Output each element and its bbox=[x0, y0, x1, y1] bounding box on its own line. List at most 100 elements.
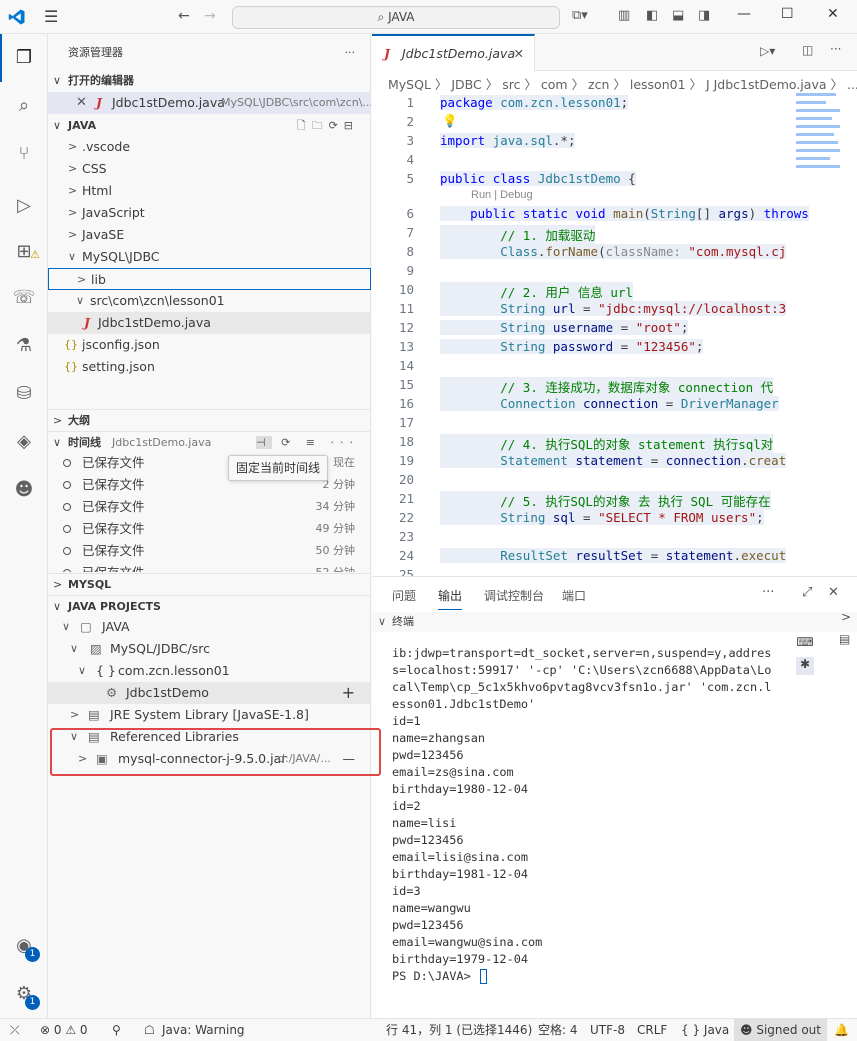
maximize-panel-icon[interactable]: ⤢ bbox=[802, 585, 812, 600]
remote-chat-icon[interactable]: ☏ bbox=[12, 286, 36, 310]
add-icon[interactable]: + bbox=[342, 682, 355, 704]
maximize-button[interactable]: ☐ bbox=[781, 6, 794, 22]
outline-header[interactable]: > 大纲 bbox=[48, 409, 371, 431]
pin-icon[interactable]: ⊣ bbox=[255, 436, 272, 449]
copilot-chat-icon[interactable]: ☻ bbox=[12, 478, 36, 502]
project-src[interactable]: ∨ ▨ MySQL/JDBC/src bbox=[48, 638, 371, 660]
problems-status[interactable]: ⊗ 0 ⚠ 0 bbox=[40, 1019, 88, 1041]
forward-button[interactable]: → bbox=[204, 8, 216, 24]
split-editor-icon[interactable]: ◫ bbox=[802, 43, 813, 57]
tree-item-javascript[interactable]: > JavaScript bbox=[48, 202, 371, 224]
notifications-bell-icon[interactable]: 🔔 bbox=[834, 1019, 849, 1041]
terminal-shell-icon[interactable]: ⌨ bbox=[796, 635, 814, 653]
encoding[interactable]: UTF-8 bbox=[590, 1019, 625, 1041]
timeline-item[interactable]: 已保存文件 50 分钟 bbox=[48, 540, 371, 562]
timeline-header[interactable]: ∨ 时间线 Jdbc1stDemo.java ⊣ ⟳ ≡ ··· bbox=[48, 431, 371, 453]
line-number: 14 bbox=[398, 358, 414, 373]
language-mode[interactable]: { } Java bbox=[681, 1019, 729, 1041]
minimap-line bbox=[796, 149, 840, 152]
warning-icon: ⚠ bbox=[30, 248, 40, 261]
minimap[interactable] bbox=[796, 93, 844, 193]
project-package[interactable]: ∨{ } com.zcn.lesson01 bbox=[48, 660, 371, 682]
active-indicator bbox=[0, 34, 2, 82]
more-actions-icon[interactable]: ··· bbox=[830, 42, 841, 56]
run-debug-icon[interactable]: ▷ bbox=[12, 194, 36, 218]
timeline-item[interactable]: 已保存文件 34 分钟 bbox=[48, 496, 371, 518]
tree-item-jdbc1stdemo[interactable]: J Jdbc1stDemo.java bbox=[48, 312, 371, 334]
tree-item-lib[interactable]: > lib bbox=[48, 268, 371, 290]
end-of-line[interactable]: CRLF bbox=[637, 1019, 667, 1041]
codelens-run-debug[interactable]: Run | Debug bbox=[471, 189, 533, 201]
close-icon[interactable]: ✕ bbox=[76, 92, 87, 114]
project-jre[interactable]: > ▤ JRE System Library [JavaSE-1.8] bbox=[48, 704, 371, 726]
notes-icon[interactable]: ▤ bbox=[839, 632, 850, 646]
explorer-icon[interactable]: ❐ bbox=[12, 46, 36, 70]
open-editor-item[interactable]: ✕ J Jdbc1stDemo.java MySQL\JDBC\src\com\… bbox=[48, 92, 371, 114]
indentation[interactable]: 空格: 4 bbox=[538, 1019, 578, 1041]
tree-item-vscode[interactable]: > .vscode bbox=[48, 136, 371, 158]
open-editors-header[interactable]: ∨ 打开的编辑器 bbox=[48, 70, 371, 92]
command-center-search[interactable]: ⌕ JAVA bbox=[232, 6, 560, 29]
remote-icon[interactable]: ⤫ bbox=[10, 1019, 20, 1041]
toggle-sidebar-icon[interactable]: ◧ bbox=[646, 8, 658, 23]
tree-item-javase[interactable]: > JavaSE bbox=[48, 224, 371, 246]
breadcrumb[interactable]: MySQL 〉 JDBC 〉 src 〉 com 〉 zcn 〉 lesson0… bbox=[388, 74, 857, 93]
tab-problems[interactable]: 问题 bbox=[392, 587, 416, 604]
testing-icon[interactable]: ⚗ bbox=[12, 334, 36, 358]
code-line: // 2. 用户 信息 url bbox=[440, 282, 634, 301]
tree-item-mysql-jdbc[interactable]: ∨ MySQL\JDBC bbox=[48, 246, 371, 268]
java-projects-header[interactable]: ∨ JAVA PROJECTS bbox=[48, 595, 371, 617]
cursor-position[interactable]: 行 41，列 1 (已选择1446) bbox=[386, 1019, 532, 1041]
explorer-more-button[interactable]: ··· bbox=[345, 42, 356, 64]
chevron-down-icon: ∨ bbox=[53, 436, 62, 449]
tree-item-html[interactable]: > Html bbox=[48, 180, 371, 202]
account-status[interactable]: ☻ Signed out bbox=[734, 1019, 827, 1041]
back-button[interactable]: ← bbox=[178, 8, 190, 24]
extensions-icon[interactable]: ⊞ ⚠ bbox=[12, 240, 40, 264]
tab-jdbc1stdemo[interactable]: J Jdbc1stDemo.java ✕ bbox=[372, 34, 535, 71]
panel-more-icon[interactable]: ··· bbox=[762, 585, 774, 600]
tree-item-setting[interactable]: {} setting.json bbox=[48, 356, 371, 378]
tree-item-jsconfig[interactable]: {} jsconfig.json bbox=[48, 334, 371, 356]
close-window-button[interactable]: ✕ bbox=[827, 6, 839, 22]
terminal-output[interactable]: ib:jdwp=transport=dt_socket,server=n,sus… bbox=[392, 645, 772, 985]
explorer-sidebar: 资源管理器 ··· ∨ 打开的编辑器 ✕ J Jdbc1stDemo.java My… bbox=[48, 34, 371, 1018]
tab-debug-console[interactable]: 调试控制台 bbox=[484, 587, 544, 604]
folder-actions[interactable]: 🗋🗀⟳⊟ bbox=[297, 115, 359, 137]
code-line: // 1. 加载驱动 bbox=[440, 225, 596, 244]
menu-icon[interactable]: ☰ bbox=[44, 7, 58, 26]
toggle-panel-icon[interactable]: ⬓ bbox=[672, 8, 684, 23]
debug-terminal-icon[interactable]: ✱ bbox=[796, 657, 814, 675]
java-folder-header[interactable]: ∨ JAVA 🗋🗀⟳⊟ bbox=[48, 115, 371, 137]
java-status[interactable]: Java: Warning bbox=[162, 1019, 245, 1041]
code-editor[interactable]: 1 2 3 4 5 6 7 8 9 10 11 12 13 14 15 16 1… bbox=[372, 93, 857, 576]
timeline-item[interactable]: 已保存文件52 分钟 bbox=[48, 562, 371, 572]
terminal-header[interactable]: ∨ 终端 bbox=[372, 612, 857, 632]
toggle-secondary-sidebar-icon[interactable]: ◨ bbox=[698, 8, 710, 23]
lightbulb-icon[interactable]: 💡 bbox=[442, 113, 458, 129]
tab-output[interactable]: 输出 bbox=[438, 587, 463, 610]
minimize-button[interactable]: — bbox=[737, 6, 751, 22]
project-java[interactable]: ∨ ▢ JAVA bbox=[48, 616, 371, 638]
accounts-icon[interactable]: ◉ 1 bbox=[12, 934, 40, 962]
chevron-right-icon[interactable]: > bbox=[841, 610, 851, 624]
search-icon[interactable]: ⌕ bbox=[12, 94, 36, 118]
timeline-actions[interactable]: ⊣ ⟳ ≡ ··· bbox=[255, 432, 359, 454]
layers-icon[interactable]: ◈ bbox=[12, 430, 36, 454]
database-icon[interactable]: ⛁ bbox=[12, 382, 36, 406]
tab-ports[interactable]: 端口 bbox=[562, 587, 586, 604]
mysql-header[interactable]: > MYSQL bbox=[48, 573, 371, 595]
customize-layout-icon[interactable]: ▥ bbox=[618, 8, 630, 23]
manage-gear-icon[interactable]: ⚙ 1 bbox=[12, 982, 40, 1010]
tree-item-css[interactable]: > CSS bbox=[48, 158, 371, 180]
close-panel-icon[interactable]: ✕ bbox=[828, 585, 839, 600]
sync-icon[interactable]: ⚲ bbox=[112, 1019, 121, 1041]
project-class[interactable]: ⚙ Jdbc1stDemo + bbox=[48, 682, 371, 704]
run-icon[interactable]: ▷▾ bbox=[760, 44, 775, 58]
timeline-item[interactable]: 已保存文件 49 分钟 bbox=[48, 518, 371, 540]
tree-item-src-path[interactable]: ∨ src\com\zcn\lesson01 bbox=[48, 290, 371, 312]
source-folder-icon: ▨ bbox=[90, 641, 102, 656]
copilot-icon[interactable]: ⧉▾ bbox=[572, 8, 588, 23]
source-control-icon[interactable]: ⑂ bbox=[12, 142, 36, 166]
close-tab-icon[interactable]: ✕ bbox=[514, 36, 524, 71]
